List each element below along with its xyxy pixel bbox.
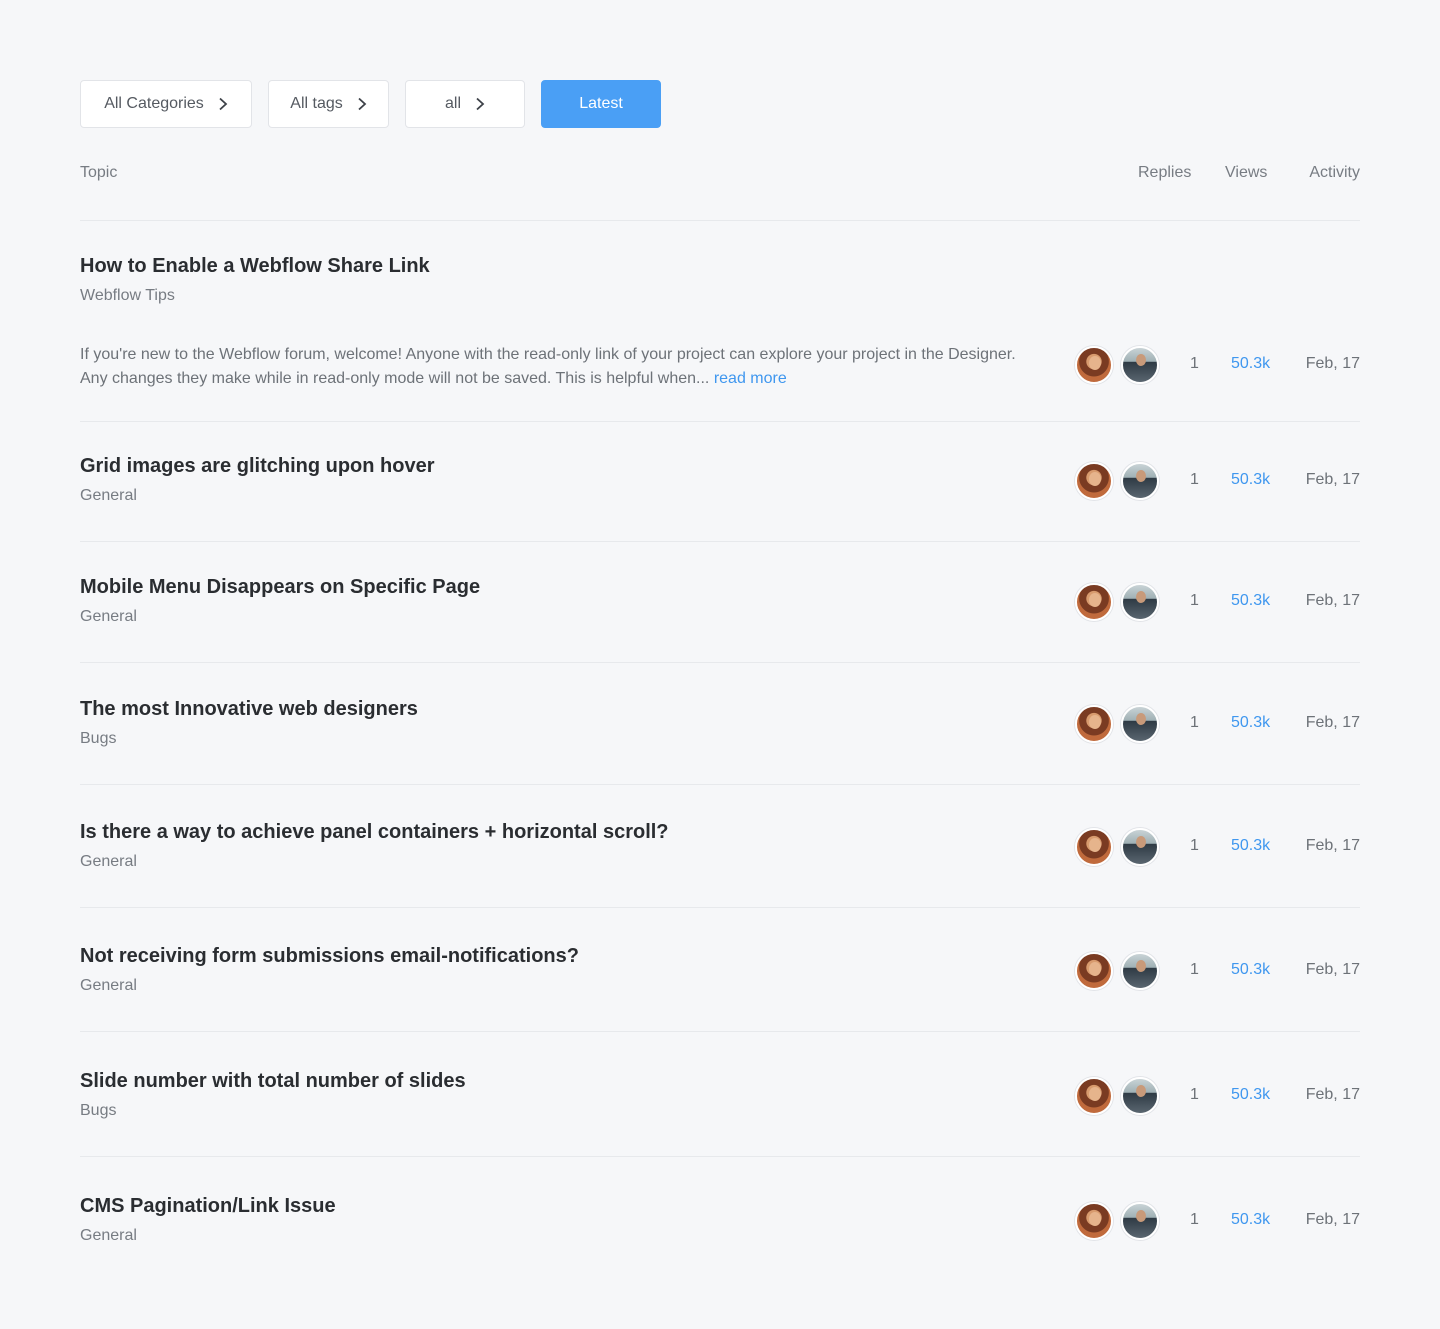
activity-date: Feb, 17: [1305, 1086, 1360, 1103]
avatar[interactable]: [1075, 346, 1113, 384]
divider: [80, 1156, 1360, 1157]
avatar[interactable]: [1121, 583, 1159, 621]
avatar[interactable]: [1121, 1077, 1159, 1115]
replies-count: 1: [1190, 837, 1199, 854]
chevron-right-icon: [219, 97, 228, 111]
activity-date: Feb, 17: [1305, 714, 1360, 731]
period-dropdown[interactable]: all: [405, 80, 525, 128]
divider: [80, 421, 1360, 422]
divider: [80, 784, 1360, 785]
topic-meta: 1 50.3k Feb, 17: [80, 704, 1360, 744]
replies-count: 1: [1190, 714, 1199, 731]
tags-dropdown[interactable]: All tags: [268, 80, 389, 128]
avatar[interactable]: [1121, 705, 1159, 743]
replies-count: 1: [1190, 961, 1199, 978]
categories-dropdown[interactable]: All Categories: [80, 80, 252, 128]
chevron-right-icon: [476, 97, 485, 111]
views-count: 50.3k: [1231, 1211, 1271, 1228]
divider: [80, 220, 1360, 221]
topic-column-header: Topic: [80, 164, 118, 181]
avatar[interactable]: [1121, 952, 1159, 990]
replies-column-header: Replies: [1138, 164, 1192, 181]
replies-count: 1: [1190, 592, 1199, 609]
avatar[interactable]: [1075, 1202, 1113, 1240]
table-header: Topic Replies Views Activity: [80, 164, 1360, 186]
avatar[interactable]: [1075, 583, 1113, 621]
divider: [80, 1031, 1360, 1032]
chevron-right-icon: [358, 97, 367, 111]
views-count: 50.3k: [1231, 592, 1271, 609]
views-count: 50.3k: [1231, 471, 1271, 488]
tags-label: All tags: [290, 95, 343, 112]
avatar[interactable]: [1121, 462, 1159, 500]
topic-meta: 1 50.3k Feb, 17: [80, 827, 1360, 867]
avatar[interactable]: [1121, 346, 1159, 384]
views-count: 50.3k: [1231, 355, 1271, 372]
topic-meta: 1 50.3k Feb, 17: [80, 345, 1360, 385]
topic-title-link[interactable]: How to Enable a Webflow Share Link: [80, 255, 430, 278]
topic-meta: 1 50.3k Feb, 17: [80, 1076, 1360, 1116]
activity-date: Feb, 17: [1305, 592, 1360, 609]
avatar[interactable]: [1075, 1077, 1113, 1115]
avatar[interactable]: [1075, 462, 1113, 500]
avatar[interactable]: [1121, 828, 1159, 866]
replies-count: 1: [1190, 355, 1199, 372]
replies-count: 1: [1190, 1086, 1199, 1103]
topic-meta: 1 50.3k Feb, 17: [80, 461, 1360, 501]
activity-date: Feb, 17: [1305, 1211, 1360, 1228]
topic-meta: 1 50.3k Feb, 17: [80, 1201, 1360, 1241]
divider: [80, 907, 1360, 908]
views-count: 50.3k: [1231, 837, 1271, 854]
avatar[interactable]: [1075, 952, 1113, 990]
avatar[interactable]: [1075, 828, 1113, 866]
replies-count: 1: [1190, 1211, 1199, 1228]
latest-button[interactable]: Latest: [541, 80, 661, 128]
categories-label: All Categories: [104, 95, 204, 112]
topic-category[interactable]: Webflow Tips: [80, 287, 175, 305]
avatar[interactable]: [1075, 705, 1113, 743]
filter-bar: All Categories All tags all Latest: [80, 80, 661, 128]
avatar[interactable]: [1121, 1202, 1159, 1240]
views-count: 50.3k: [1231, 1086, 1271, 1103]
replies-count: 1: [1190, 471, 1199, 488]
divider: [80, 662, 1360, 663]
activity-column-header: Activity: [1309, 164, 1360, 181]
activity-date: Feb, 17: [1305, 837, 1360, 854]
topic-meta: 1 50.3k Feb, 17: [80, 582, 1360, 622]
activity-date: Feb, 17: [1305, 961, 1360, 978]
views-count: 50.3k: [1231, 714, 1271, 731]
period-label: all: [444, 95, 461, 112]
activity-date: Feb, 17: [1305, 471, 1360, 488]
divider: [80, 541, 1360, 542]
latest-label: Latest: [579, 95, 623, 112]
views-column-header: Views: [1225, 164, 1268, 181]
views-count: 50.3k: [1231, 961, 1271, 978]
activity-date: Feb, 17: [1305, 355, 1360, 372]
topic-meta: 1 50.3k Feb, 17: [80, 951, 1360, 991]
